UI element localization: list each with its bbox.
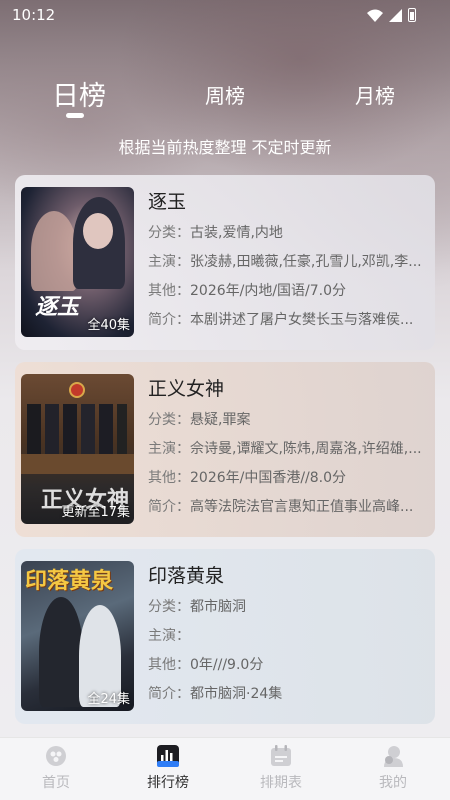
summary-label: 简介： bbox=[148, 499, 190, 515]
cast-value bbox=[190, 622, 430, 651]
summary-row: 简介： 都市脑洞·24集 bbox=[148, 680, 430, 709]
other-row: 其他： 2026年/中国香港//8.0分 bbox=[148, 464, 430, 493]
tab-weekly[interactable]: 周榜 bbox=[205, 80, 245, 109]
other-label: 其他： bbox=[148, 657, 190, 673]
cast-row: 主演： 佘诗曼,谭耀文,陈炜,周嘉洛,许绍雄,... bbox=[148, 435, 430, 464]
poster-figure bbox=[21, 454, 134, 474]
tab-monthly[interactable]: 月榜 bbox=[355, 80, 395, 109]
tab-daily[interactable]: 日榜 bbox=[52, 74, 106, 113]
show-title: 正义女神 bbox=[148, 378, 225, 400]
ranking-icon bbox=[157, 745, 179, 767]
battery-icon bbox=[408, 8, 416, 22]
show-poster[interactable]: 逐玉 全40集 bbox=[21, 187, 134, 337]
status-bar: 10:12 bbox=[0, 0, 450, 30]
genre-row: 分类： 悬疑,罪案 bbox=[148, 406, 430, 435]
genre-row: 分类： 古装,爱情,内地 bbox=[148, 219, 430, 248]
emblem-icon bbox=[69, 382, 85, 398]
poster-figure bbox=[31, 211, 77, 291]
poster-figure bbox=[39, 597, 83, 707]
signal-icon bbox=[389, 8, 402, 22]
cast-row: 主演： 张凌赫,田曦薇,任豪,孔雪儿,邓凯,李... bbox=[148, 248, 430, 277]
other-row: 其他： 2026年/内地/国语/7.0分 bbox=[148, 277, 430, 306]
status-icons bbox=[367, 8, 416, 22]
episode-badge: 全24集 bbox=[87, 692, 130, 707]
show-card[interactable]: 逐玉 全40集 逐玉 分类： 古装,爱情,内地 主演： 张凌赫,田曦薇,任豪,孔雪儿… bbox=[15, 175, 435, 350]
genre-value: 都市脑洞 bbox=[190, 599, 246, 615]
poster-figure bbox=[27, 404, 127, 454]
summary-row: 简介： 高等法院法官言惠知正值事业高峰... bbox=[148, 493, 430, 522]
summary-label: 简介： bbox=[148, 686, 190, 702]
genre-value: 古装,爱情,内地 bbox=[190, 225, 283, 241]
calendar-icon bbox=[271, 745, 291, 766]
show-card[interactable]: 印落黄泉 全24集 印落黄泉 分类： 都市脑洞 主演： 其他： 0年///9.0分 … bbox=[15, 549, 435, 724]
poster-figure bbox=[83, 213, 113, 249]
other-row: 其他： 0年///9.0分 bbox=[148, 651, 430, 680]
summary-value: 本剧讲述了屠户女樊长玉与落难侯... bbox=[190, 312, 414, 328]
other-value: 0年///9.0分 bbox=[190, 657, 264, 673]
other-label: 其他： bbox=[148, 470, 190, 486]
poster-title-art: 逐玉 bbox=[35, 294, 80, 320]
cast-value: 张凌赫,田曦薇,任豪,孔雪儿,邓凯,李... bbox=[190, 254, 422, 270]
genre-label: 分类： bbox=[148, 599, 190, 615]
nav-item-home[interactable]: 首页 bbox=[16, 744, 96, 792]
genre-label: 分类： bbox=[148, 225, 190, 241]
show-info: 印落黄泉 分类： 都市脑洞 主演： 其他： 0年///9.0分 简介： 都市脑洞·24… bbox=[148, 563, 430, 709]
nav-label-mine: 我的 bbox=[379, 775, 407, 791]
episode-badge: 更新至17集 bbox=[61, 505, 130, 520]
summary-row: 简介： 本剧讲述了屠户女樊长玉与落难侯... bbox=[148, 306, 430, 335]
other-value: 2026年/内地/国语/7.0分 bbox=[190, 283, 347, 299]
poster-title-art: 印落黄泉 bbox=[25, 568, 114, 594]
show-card[interactable]: 正义女神 更新至17集 正义女神 分类： 悬疑,罪案 主演： 佘诗曼,谭耀文,陈炜,… bbox=[15, 362, 435, 537]
show-poster[interactable]: 印落黄泉 全24集 bbox=[21, 561, 134, 711]
nav-label-ranking: 排行榜 bbox=[147, 775, 189, 791]
wifi-icon bbox=[367, 9, 383, 22]
nav-item-mine[interactable]: 我的 bbox=[353, 744, 433, 792]
episode-badge: 全40集 bbox=[87, 318, 130, 333]
genre-value: 悬疑,罪案 bbox=[190, 412, 251, 428]
summary-value: 都市脑洞·24集 bbox=[190, 686, 283, 702]
show-info: 正义女神 分类： 悬疑,罪案 主演： 佘诗曼,谭耀文,陈炜,周嘉洛,许绍雄,... … bbox=[148, 376, 430, 522]
show-poster[interactable]: 正义女神 更新至17集 bbox=[21, 374, 134, 524]
show-title: 印落黄泉 bbox=[148, 565, 225, 587]
cast-label: 主演： bbox=[148, 628, 190, 644]
cast-label: 主演： bbox=[148, 254, 190, 270]
cast-label: 主演： bbox=[148, 441, 190, 457]
show-title: 逐玉 bbox=[148, 191, 187, 213]
status-time: 10:12 bbox=[12, 6, 56, 24]
profile-icon bbox=[384, 746, 403, 767]
genre-label: 分类： bbox=[148, 412, 190, 428]
home-icon bbox=[46, 746, 66, 766]
genre-row: 分类： 都市脑洞 bbox=[148, 593, 430, 622]
cast-value: 佘诗曼,谭耀文,陈炜,周嘉洛,许绍雄,... bbox=[190, 441, 422, 457]
summary-label: 简介： bbox=[148, 312, 190, 328]
show-info: 逐玉 分类： 古装,爱情,内地 主演： 张凌赫,田曦薇,任豪,孔雪儿,邓凯,李...… bbox=[148, 189, 430, 335]
nav-item-ranking[interactable]: 排行榜 bbox=[128, 744, 208, 792]
summary-value: 高等法院法官言惠知正值事业高峰... bbox=[190, 499, 414, 515]
ranking-tabs: 日榜 周榜 月榜 bbox=[0, 72, 450, 122]
nav-item-schedule[interactable]: 排期表 bbox=[241, 744, 321, 792]
other-value: 2026年/中国香港//8.0分 bbox=[190, 470, 347, 486]
other-label: 其他： bbox=[148, 283, 190, 299]
bottom-nav: 首页 排行榜 排期表 我的 bbox=[0, 737, 450, 800]
cast-row: 主演： bbox=[148, 622, 430, 651]
nav-label-home: 首页 bbox=[42, 775, 70, 791]
nav-label-schedule: 排期表 bbox=[260, 775, 302, 791]
ranking-subtitle: 根据当前热度整理 不定时更新 bbox=[118, 138, 332, 157]
active-tab-indicator bbox=[66, 113, 84, 118]
